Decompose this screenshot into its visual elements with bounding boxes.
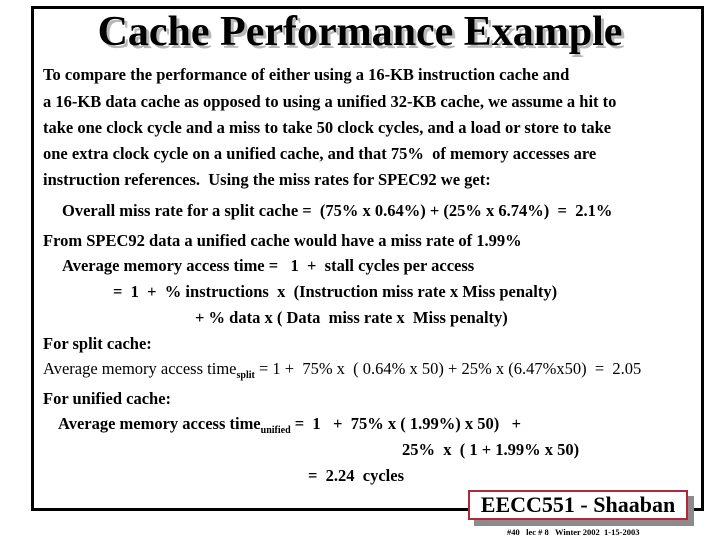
intro-line-2: a 16-KB data cache as opposed to using a… bbox=[43, 92, 617, 111]
course-badge: EECC551 - Shaaban bbox=[468, 490, 688, 520]
intro-line-5: instruction references. Using the miss r… bbox=[43, 170, 491, 189]
split-amat-rhs: = 1 + 75% x ( 0.64% x 50) + 25% x (6.47%… bbox=[254, 359, 642, 378]
split-cache-amat: Average memory access timesplit = 1 + 75… bbox=[43, 359, 641, 386]
unified-amat-continued: 25% x ( 1 + 1.99% x 50) bbox=[402, 440, 580, 459]
unified-amat-lhs: Average memory access time bbox=[58, 414, 261, 433]
unified-cache-amat: Average memory access timeunified = 1 + … bbox=[58, 414, 521, 441]
split-subscript: split bbox=[236, 370, 255, 381]
intro-line-1: To compare the performance of either usi… bbox=[43, 65, 570, 84]
unified-amat-result: = 2.24 cycles bbox=[308, 466, 405, 485]
amat-definition: Average memory access time = 1 + stall c… bbox=[62, 256, 475, 275]
slide-footer: #40 lec # 8 Winter 2002 1-15-2003 bbox=[507, 527, 640, 537]
slide-title: Cache Performance Example bbox=[97, 9, 623, 55]
amat-expansion-data: + % data x ( Data miss rate x Miss penal… bbox=[195, 308, 508, 327]
unified-amat-rhs: = 1 + 75% x ( 1.99%) x 50) + bbox=[290, 414, 521, 433]
split-cache-heading: For split cache: bbox=[43, 334, 152, 353]
intro-line-4: one extra clock cycle on a unified cache… bbox=[43, 144, 597, 163]
unified-cache-heading: For unified cache: bbox=[43, 389, 172, 408]
unified-subscript: unified bbox=[260, 425, 291, 436]
overall-miss-rate: Overall miss rate for a split cache = (7… bbox=[62, 201, 613, 220]
split-amat-lhs: Average memory access time bbox=[43, 359, 237, 378]
intro-line-3: take one clock cycle and a miss to take … bbox=[43, 118, 612, 137]
amat-expansion-instructions: = 1 + % instructions x (Instruction miss… bbox=[113, 282, 558, 301]
unified-miss-rate: From SPEC92 data a unified cache would h… bbox=[43, 231, 522, 250]
